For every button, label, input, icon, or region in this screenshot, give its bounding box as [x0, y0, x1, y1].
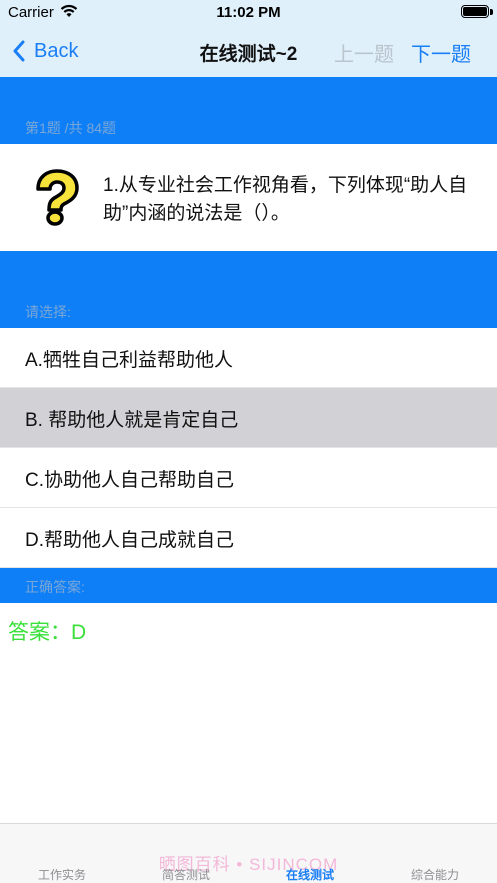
option-a[interactable]: A.牺牲自己利益帮助他人: [0, 328, 497, 388]
tab-comprehensive[interactable]: 综合能力: [373, 866, 497, 883]
answer-header-label: 正确答案:: [25, 579, 85, 595]
next-question-button[interactable]: 下一题: [411, 38, 471, 67]
question-text: 1.从专业社会工作视角看，下列体现“助人自助”内涵的说法是（）。: [103, 175, 468, 224]
correct-answer: 答案：D: [8, 621, 87, 644]
question-header: 第1题 /共 84题: [0, 77, 497, 144]
option-d[interactable]: D.帮助他人自己成就自己: [0, 508, 497, 568]
option-a-label: A.牺牲自己利益帮助他人: [25, 350, 233, 371]
battery-icon: [461, 5, 489, 18]
question-card: 1.从专业社会工作视角看，下列体现“助人自助”内涵的说法是（）。: [0, 144, 497, 251]
options-header: 请选择:: [0, 251, 497, 328]
answer-header: 正确答案:: [0, 568, 497, 603]
question-mark-icon: [36, 169, 79, 226]
option-b-label: B. 帮助他人就是肯定自己: [25, 410, 239, 431]
tab-short-answer[interactable]: 简答测试: [124, 866, 248, 883]
options-header-label: 请选择:: [25, 304, 71, 320]
option-d-label: D.帮助他人自己成就自己: [25, 530, 235, 551]
option-b[interactable]: B. 帮助他人就是肯定自己: [0, 388, 497, 448]
option-c-label: C.协助他人自己帮助自己: [25, 470, 235, 491]
battery-cap: [490, 9, 493, 15]
status-time: 11:02 PM: [216, 4, 281, 21]
tab-bar: 晒图百科 • SIJINCOM 工作实务 简答测试 在线测试 综合能力: [0, 823, 497, 883]
question-progress: 第1题 /共 84题: [25, 120, 117, 136]
chevron-left-icon: [13, 40, 25, 62]
navigation-bar: Back 在线测试~2 上一题 下一题: [0, 26, 497, 77]
previous-question-button[interactable]: 上一题: [334, 38, 394, 67]
tab-work-practice[interactable]: 工作实务: [0, 866, 124, 883]
back-button-label: Back: [34, 39, 79, 62]
status-bar: Carrier 11:02 PM: [0, 0, 497, 26]
option-c[interactable]: C.协助他人自己帮助自己: [0, 448, 497, 508]
tab-online-test[interactable]: 在线测试: [248, 866, 372, 883]
back-button[interactable]: Back: [12, 36, 78, 66]
